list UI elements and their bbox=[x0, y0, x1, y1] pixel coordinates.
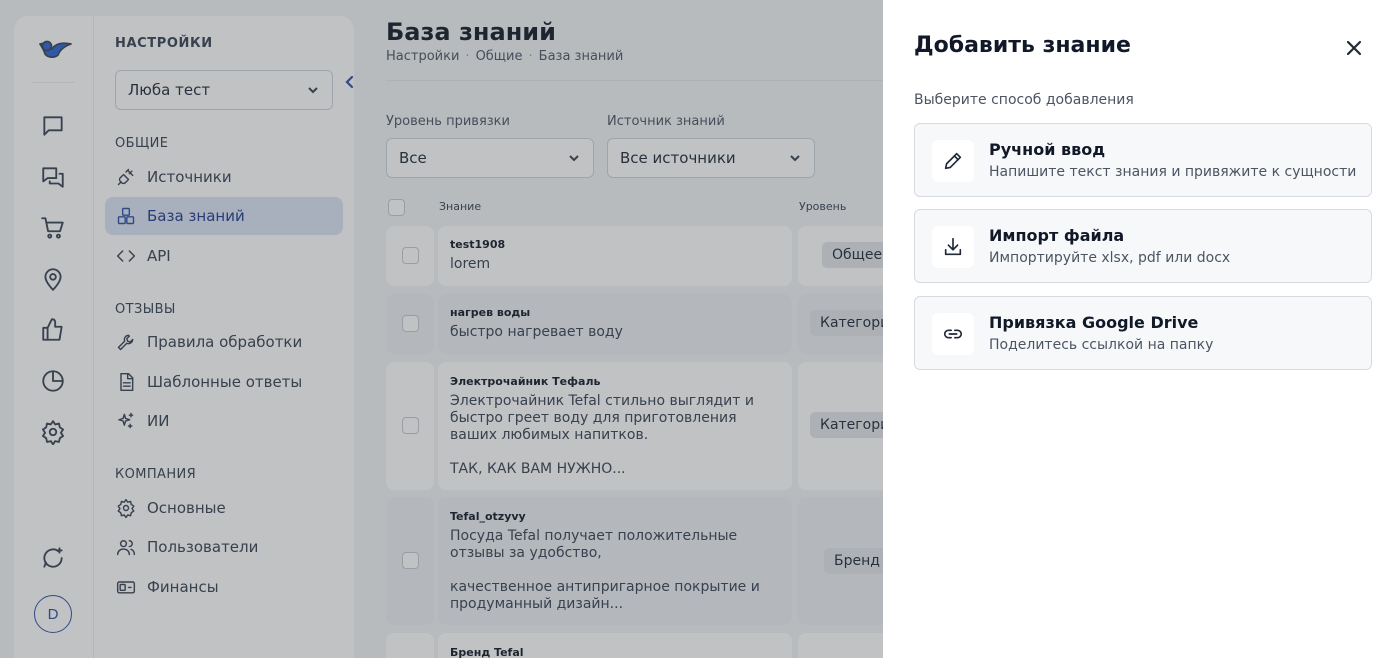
drawer-subtitle: Выберите способ добавления bbox=[914, 92, 1134, 108]
drawer-title: Добавить знание bbox=[914, 33, 1131, 58]
option-google-drive[interactable]: Привязка Google Drive Поделитесь ссылкой… bbox=[914, 296, 1372, 370]
link-icon bbox=[943, 329, 963, 339]
option-description: Импортируйте xlsx, pdf или docx bbox=[989, 250, 1231, 266]
option-icon-box bbox=[932, 140, 974, 182]
option-title: Импорт файла bbox=[989, 226, 1125, 245]
option-title: Привязка Google Drive bbox=[989, 313, 1199, 332]
option-icon-box bbox=[932, 313, 974, 355]
close-button[interactable] bbox=[1344, 38, 1364, 58]
option-icon-box bbox=[932, 226, 974, 268]
pencil-icon bbox=[944, 152, 962, 170]
option-description: Поделитесь ссылкой на папку bbox=[989, 337, 1214, 353]
add-knowledge-drawer: Добавить знание Выберите способ добавлен… bbox=[883, 0, 1400, 658]
option-description: Напишите текст знания и привяжите к сущн… bbox=[989, 164, 1357, 180]
option-manual-input[interactable]: Ручной ввод Напишите текст знания и прив… bbox=[914, 123, 1372, 197]
modal-backdrop[interactable] bbox=[0, 0, 883, 658]
close-icon bbox=[1346, 40, 1362, 56]
download-icon bbox=[944, 237, 962, 256]
option-title: Ручной ввод bbox=[989, 140, 1106, 159]
option-import-file[interactable]: Импорт файла Импортируйте xlsx, pdf или … bbox=[914, 209, 1372, 283]
